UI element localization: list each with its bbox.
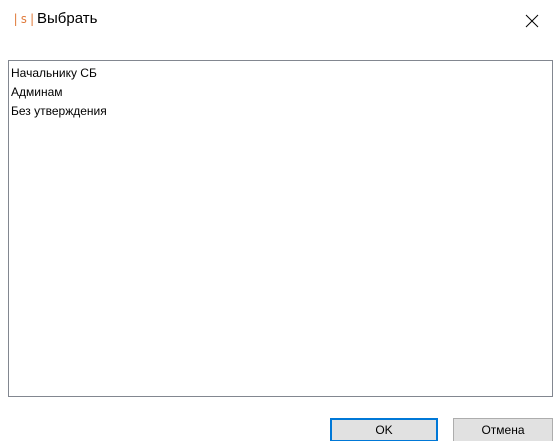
list-item[interactable]: Админам xyxy=(9,83,552,102)
title-bar: |s| Выбрать xyxy=(0,0,555,42)
cancel-button-label: Отмена xyxy=(481,423,525,437)
close-icon xyxy=(525,14,539,28)
list-item[interactable]: Начальнику СБ xyxy=(9,64,552,83)
cancel-button[interactable]: Отмена xyxy=(453,418,553,441)
dialog-window: |s| Выбрать Начальнику СБ Админам Без ут… xyxy=(0,0,555,441)
app-logo-icon: |s| xyxy=(12,12,37,26)
window-title: Выбрать xyxy=(37,10,98,27)
list-item[interactable]: Без утверждения xyxy=(9,102,552,121)
close-button[interactable] xyxy=(509,0,555,42)
ok-button-label: OK xyxy=(375,423,393,437)
options-listbox[interactable]: Начальнику СБ Админам Без утверждения xyxy=(8,60,553,397)
ok-button[interactable]: OK xyxy=(330,418,438,441)
